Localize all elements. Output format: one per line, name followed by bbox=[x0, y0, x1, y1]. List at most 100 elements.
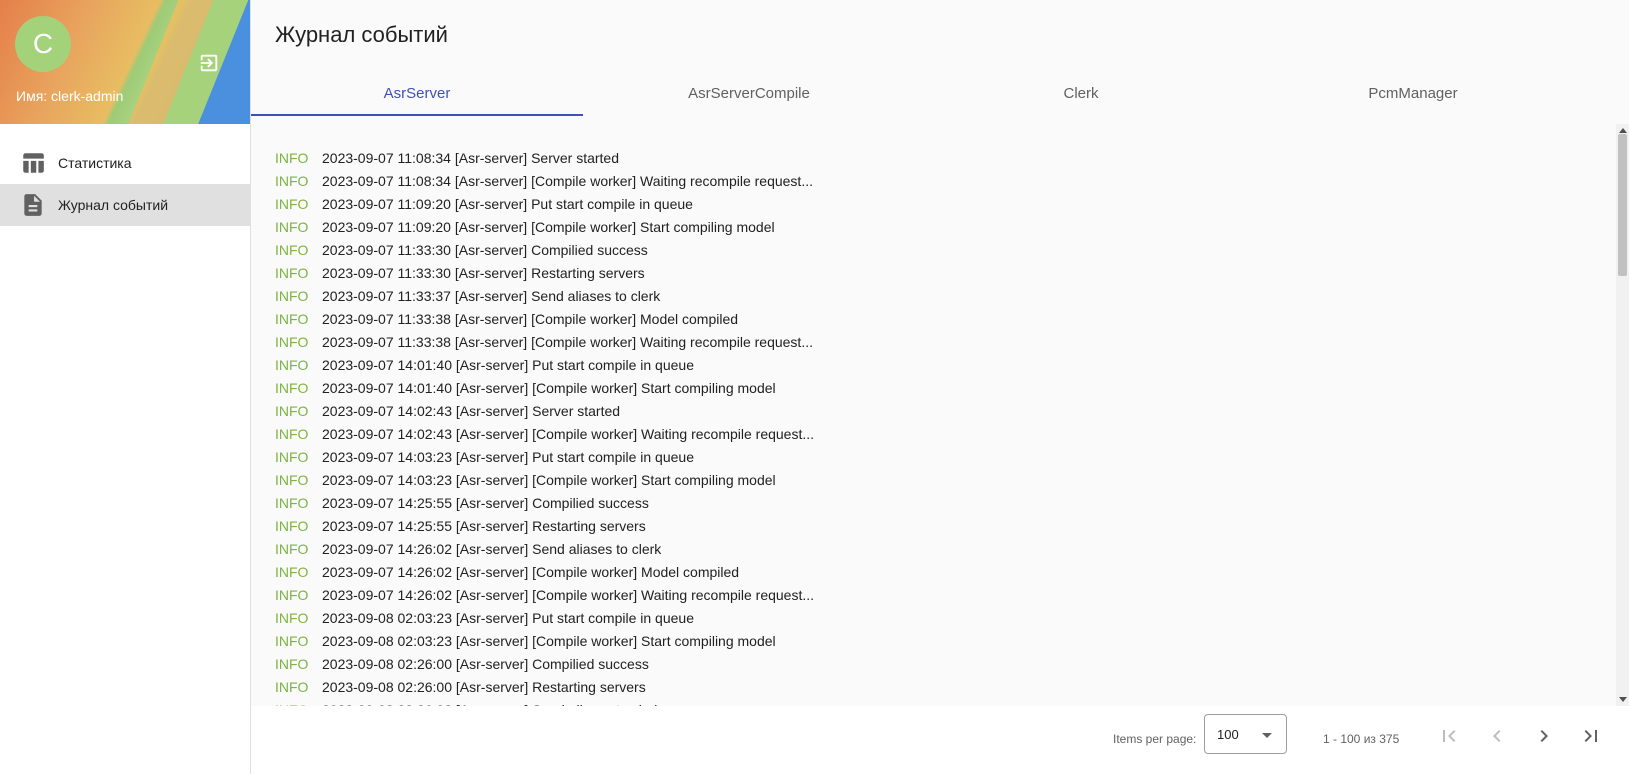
log-message: 2023-09-07 11:09:20 [Asr-server] [Compil… bbox=[322, 218, 775, 235]
last-page-icon bbox=[1584, 730, 1597, 742]
tab-asrservercompile[interactable]: AsrServerCompile bbox=[583, 70, 915, 116]
log-level: INFO bbox=[275, 517, 309, 534]
log-level: INFO bbox=[275, 678, 309, 695]
log-scrollbar[interactable] bbox=[1616, 124, 1629, 706]
log-row: INFO 2023-09-07 14:25:55 [Asr-server] Res… bbox=[275, 514, 814, 537]
log-level: INFO bbox=[275, 471, 309, 488]
log-row: INFO 2023-09-08 02:26:00 [Asr-server] Com… bbox=[275, 652, 814, 675]
log-row: INFO 2023-09-07 14:01:40 [Asr-server] [Co… bbox=[275, 376, 814, 399]
tab-asrserver[interactable]: AsrServer bbox=[251, 70, 583, 116]
log-row: INFO 2023-09-07 14:26:02 [Asr-server] [Co… bbox=[275, 583, 814, 606]
log-message: 2023-09-07 14:03:23 [Asr-server] [Compil… bbox=[322, 471, 776, 488]
log-message: 2023-09-07 14:01:40 [Asr-server] [Compil… bbox=[322, 379, 776, 396]
log-message: 2023-09-07 14:02:43 [Asr-server] [Compil… bbox=[322, 425, 815, 442]
page-title: Журнал событий bbox=[275, 22, 448, 47]
table-icon bbox=[20, 150, 46, 176]
log-level: INFO bbox=[275, 494, 309, 511]
log-row: INFO 2023-09-07 11:33:37 [Asr-server] Sen… bbox=[275, 284, 814, 307]
log-message: 2023-09-08 02:03:23 [Asr-server] [Compil… bbox=[322, 632, 776, 649]
sidebar: C Имя: clerk-admin Статистика Журнал соб… bbox=[0, 0, 251, 774]
document-icon bbox=[20, 192, 46, 218]
log-level: INFO bbox=[275, 356, 309, 373]
log-message: 2023-09-07 14:25:55 [Asr-server] Compili… bbox=[322, 494, 649, 511]
log-level: INFO bbox=[275, 563, 309, 580]
log-level: INFO bbox=[275, 310, 309, 327]
log-row: INFO 2023-09-07 11:33:30 [Asr-server] Com… bbox=[275, 238, 814, 261]
log-level: INFO bbox=[275, 379, 309, 396]
sidebar-item-label: Статистика bbox=[58, 155, 132, 171]
log-row: INFO 2023-09-07 11:08:34 [Asr-server] Ser… bbox=[275, 146, 814, 169]
sidebar-item-label: Журнал событий bbox=[58, 197, 169, 213]
log-row: INFO 2023-09-08 02:03:23 [Asr-server] Put… bbox=[275, 606, 814, 629]
last-page-button[interactable] bbox=[1579, 724, 1603, 748]
log-row: INFO 2023-09-07 11:33:30 [Asr-server] Res… bbox=[275, 261, 814, 284]
log-message: 2023-09-07 11:09:20 [Asr-server] Put sta… bbox=[322, 195, 693, 212]
log-level: INFO bbox=[275, 586, 309, 603]
tab-clerk[interactable]: Clerk bbox=[915, 70, 1247, 116]
items-per-page-label: Items per page: bbox=[1113, 732, 1197, 746]
log-row: INFO 2023-09-07 14:03:23 [Asr-server] Put… bbox=[275, 445, 814, 468]
sidebar-nav: Статистика Журнал событий bbox=[0, 142, 250, 226]
log-list: INFO 2023-09-07 11:08:34 [Asr-server] Ser… bbox=[275, 146, 815, 707]
logout-button[interactable] bbox=[196, 50, 222, 76]
tab-pcmmanager[interactable]: PcmManager bbox=[1247, 70, 1579, 116]
log-row: INFO 2023-09-07 14:03:23 [Asr-server] [Co… bbox=[275, 468, 814, 491]
first-page-button[interactable] bbox=[1437, 724, 1461, 748]
log-row: INFO 2023-09-07 14:26:02 [Asr-server] [Co… bbox=[275, 560, 814, 583]
log-level: INFO bbox=[275, 632, 309, 649]
chevron-right-icon bbox=[1540, 730, 1548, 742]
log-level: INFO bbox=[275, 540, 309, 557]
log-message: 2023-09-07 14:01:40 [Asr-server] Put sta… bbox=[322, 356, 694, 373]
log-level: INFO bbox=[275, 195, 309, 212]
log-level: INFO bbox=[275, 149, 309, 166]
log-message: 2023-09-07 14:26:02 [Asr-server] [Compil… bbox=[322, 563, 740, 580]
log-message: 2023-09-07 11:33:38 [Asr-server] [Compil… bbox=[322, 333, 813, 350]
items-per-page-select[interactable]: 100 bbox=[1204, 714, 1287, 754]
log-row: INFO 2023-09-07 11:09:20 [Asr-server] Put… bbox=[275, 192, 814, 215]
log-row: INFO 2023-09-07 11:09:20 [Asr-server] [Co… bbox=[275, 215, 814, 238]
log-level: INFO bbox=[275, 655, 309, 672]
paginator: Items per page: 100 1 - 100 из 375 bbox=[251, 706, 1629, 774]
log-message: 2023-09-07 14:26:02 [Asr-server] Send al… bbox=[322, 540, 662, 557]
log-row: INFO 2023-09-07 14:25:55 [Asr-server] Com… bbox=[275, 491, 814, 514]
avatar: C bbox=[15, 16, 71, 72]
log-row: INFO 2023-09-08 02:03:23 [Asr-server] [Co… bbox=[275, 629, 814, 652]
chevron-down-icon bbox=[1262, 733, 1272, 738]
log-level: INFO bbox=[275, 402, 309, 419]
log-level: INFO bbox=[275, 448, 309, 465]
scroll-thumb[interactable] bbox=[1618, 134, 1627, 276]
chevron-left-icon bbox=[1493, 730, 1501, 742]
log-level: INFO bbox=[275, 218, 309, 235]
log-row: INFO2023-09-08 02:26:02 [Asr-server] Sen… bbox=[275, 698, 814, 707]
scroll-down-arrow-icon[interactable] bbox=[1619, 697, 1627, 702]
first-page-icon bbox=[1443, 730, 1456, 742]
log-viewport: INFO 2023-09-07 11:08:34 [Asr-server] Ser… bbox=[251, 124, 1629, 706]
log-row: INFO 2023-09-07 11:33:38 [Asr-server] [Co… bbox=[275, 330, 814, 353]
log-message: 2023-09-07 14:02:43 [Asr-server] Server … bbox=[322, 402, 621, 419]
sidebar-item-statistics[interactable]: Статистика bbox=[0, 142, 250, 184]
log-row: INFO 2023-09-07 11:33:38 [Asr-server] [Co… bbox=[275, 307, 814, 330]
log-message: 2023-09-07 11:08:34 [Asr-server] Server … bbox=[322, 149, 620, 166]
sidebar-item-event-log[interactable]: Журнал событий bbox=[0, 184, 250, 226]
log-level: INFO bbox=[275, 425, 309, 442]
items-per-page-value: 100 bbox=[1217, 727, 1239, 742]
log-message: 2023-09-07 11:08:34 [Asr-server] [Compil… bbox=[322, 172, 813, 189]
previous-page-button[interactable] bbox=[1485, 724, 1509, 748]
scroll-up-arrow-icon[interactable] bbox=[1619, 128, 1627, 133]
profile-header: C Имя: clerk-admin bbox=[0, 0, 250, 124]
main-content: Журнал событий AsrServer AsrServerCompil… bbox=[251, 0, 1629, 774]
log-message: 2023-09-07 11:33:38 [Asr-server] [Compil… bbox=[322, 310, 739, 327]
log-row: INFO 2023-09-07 14:26:02 [Asr-server] Sen… bbox=[275, 537, 814, 560]
log-level: INFO bbox=[275, 333, 309, 350]
log-message: 2023-09-08 02:03:23 [Asr-server] Put sta… bbox=[322, 609, 694, 626]
next-page-button[interactable] bbox=[1532, 724, 1556, 748]
log-message: 2023-09-07 11:33:30 [Asr-server] Restart… bbox=[322, 264, 645, 281]
log-message: 2023-09-07 14:03:23 [Asr-server] Put sta… bbox=[322, 448, 694, 465]
log-message: 2023-09-08 02:26:00 [Asr-server] Restart… bbox=[322, 678, 646, 695]
log-message: 2023-09-08 02:26:00 [Asr-server] Compili… bbox=[322, 655, 649, 672]
log-level: INFO bbox=[275, 609, 309, 626]
log-message: 2023-09-07 14:26:02 [Asr-server] [Compil… bbox=[322, 586, 815, 603]
log-row: INFO 2023-09-07 14:02:43 [Asr-server] Ser… bbox=[275, 399, 814, 422]
page-range-label: 1 - 100 из 375 bbox=[1323, 732, 1400, 746]
log-row: INFO 2023-09-07 11:08:34 [Asr-server] [Co… bbox=[275, 169, 814, 192]
